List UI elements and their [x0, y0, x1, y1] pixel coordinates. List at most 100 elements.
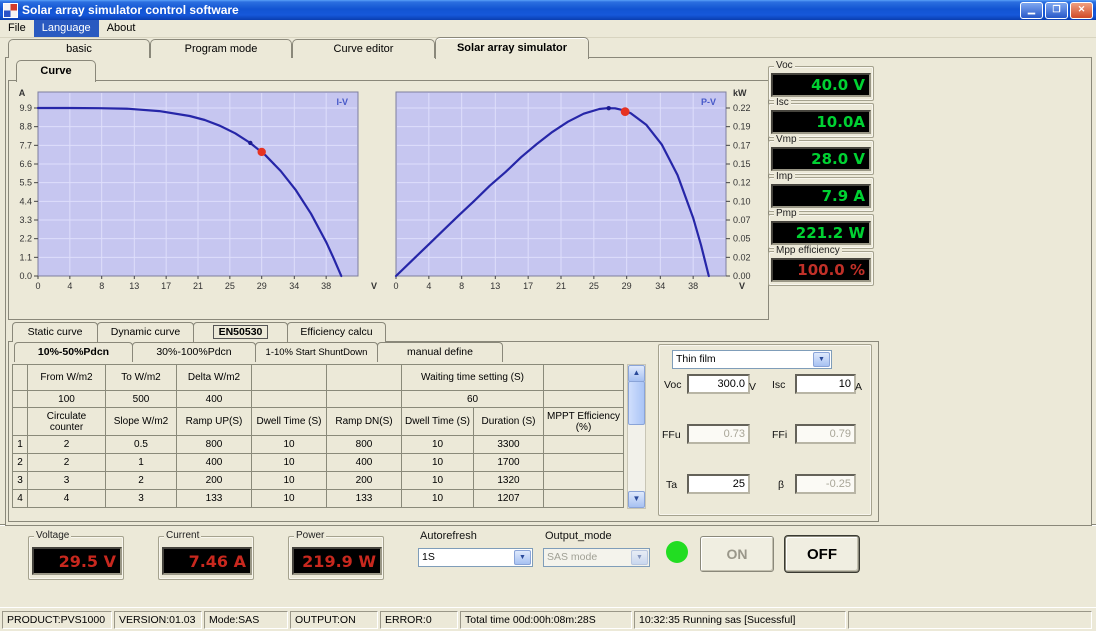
- application-window: Solar array simulator control software ▁…: [0, 0, 1096, 631]
- table-cell: Slope W/m2: [106, 408, 177, 436]
- menu-file[interactable]: File: [0, 20, 34, 37]
- table-cell[interactable]: 1320: [474, 472, 544, 490]
- scrollbar-thumb[interactable]: [628, 381, 645, 425]
- autorefresh-dropdown[interactable]: 1S ▼: [418, 548, 533, 567]
- svg-text:4: 4: [67, 281, 72, 291]
- voc-readout-label: Voc: [774, 60, 795, 71]
- table-cell: Ramp UP(S): [177, 408, 252, 436]
- table-cell[interactable]: 133: [327, 490, 402, 508]
- table-cell[interactable]: 10: [252, 490, 327, 508]
- pmp-readout-label: Pmp: [774, 208, 799, 219]
- table-cell: 60: [402, 391, 544, 408]
- pmp-readout-group: Pmp 221.2 W: [768, 214, 874, 249]
- tab-static-curve[interactable]: Static curve: [12, 322, 98, 342]
- table-cell[interactable]: 200: [327, 472, 402, 490]
- close-button[interactable]: ✕: [1070, 2, 1093, 19]
- voc-param-input[interactable]: 300.0: [687, 374, 750, 394]
- power-meter-value: 219.9 W: [302, 552, 376, 571]
- menu-language[interactable]: Language: [34, 20, 99, 37]
- iv-chart: 9.98.87.76.65.54.43.32.21.10.00481317212…: [12, 82, 384, 299]
- svg-text:0: 0: [35, 281, 40, 291]
- autorefresh-value: 1S: [422, 551, 514, 563]
- table-cell[interactable]: 1207: [474, 490, 544, 508]
- menu-about[interactable]: About: [99, 20, 144, 37]
- table-scrollbar[interactable]: ▲ ▼: [627, 364, 646, 509]
- table-cell[interactable]: 10: [252, 436, 327, 454]
- tab-en50530[interactable]: EN50530: [193, 322, 288, 342]
- table-cell[interactable]: [544, 472, 624, 490]
- table-cell[interactable]: 2: [28, 454, 106, 472]
- table-cell[interactable]: 0.5: [106, 436, 177, 454]
- on-button[interactable]: ON: [700, 536, 774, 572]
- svg-text:0.15: 0.15: [733, 159, 751, 169]
- table-cell[interactable]: 800: [327, 436, 402, 454]
- chevron-down-icon[interactable]: ▼: [514, 550, 531, 565]
- table-cell[interactable]: 400: [327, 454, 402, 472]
- table-cell[interactable]: 133: [177, 490, 252, 508]
- subtab-manual-define[interactable]: manual define: [377, 342, 503, 362]
- table-cell[interactable]: 3300: [474, 436, 544, 454]
- tab-dynamic-curve[interactable]: Dynamic curve: [97, 322, 194, 342]
- table-cell[interactable]: 3: [106, 490, 177, 508]
- svg-text:4.4: 4.4: [19, 196, 32, 206]
- table-cell[interactable]: 10: [402, 472, 474, 490]
- table-cell[interactable]: 1: [106, 454, 177, 472]
- svg-text:34: 34: [289, 281, 299, 291]
- svg-text:0.05: 0.05: [733, 234, 751, 244]
- tab-basic[interactable]: basic: [8, 39, 150, 58]
- svg-text:2.2: 2.2: [19, 234, 32, 244]
- row-header-cell: 2: [13, 454, 28, 472]
- minimize-button[interactable]: ▁: [1020, 2, 1043, 19]
- ta-param-input[interactable]: 25: [687, 474, 750, 494]
- table-cell[interactable]: 3: [28, 472, 106, 490]
- svg-text:13: 13: [490, 281, 500, 291]
- tab-curve[interactable]: Curve: [16, 60, 96, 82]
- off-button[interactable]: OFF: [785, 536, 859, 572]
- scroll-down-icon[interactable]: ▼: [628, 491, 645, 508]
- table-cell[interactable]: 4: [28, 490, 106, 508]
- isc-param-input[interactable]: 10: [795, 374, 856, 394]
- svg-text:0.12: 0.12: [733, 178, 751, 188]
- table-cell[interactable]: 2: [28, 436, 106, 454]
- module-type-dropdown[interactable]: Thin film ▼: [672, 350, 832, 369]
- tab-curve-editor[interactable]: Curve editor: [292, 39, 435, 58]
- tab-solar-array-simulator[interactable]: Solar array simulator: [435, 37, 589, 59]
- svg-text:1.1: 1.1: [19, 252, 32, 262]
- subtab-10-50-pdcn[interactable]: 10%-50%Pdcn: [14, 342, 133, 362]
- tab-program-mode[interactable]: Program mode: [150, 39, 292, 58]
- table-cell[interactable]: 10: [402, 490, 474, 508]
- table-cell: To W/m2: [106, 365, 177, 391]
- table-cell[interactable]: 400: [177, 454, 252, 472]
- subtab-1-10-start-shuntdown[interactable]: 1-10% Start ShuntDown: [255, 342, 378, 362]
- table-cell[interactable]: 10: [402, 454, 474, 472]
- svg-text:5.5: 5.5: [19, 178, 32, 188]
- tab-efficiency-calcu[interactable]: Efficiency calcu: [287, 322, 386, 342]
- table-cell[interactable]: 1700: [474, 454, 544, 472]
- table-cell: [252, 365, 327, 391]
- table-cell[interactable]: 200: [177, 472, 252, 490]
- status-running-message: 10:32:35 Running sas [Sucessful]: [634, 611, 846, 629]
- table-cell[interactable]: 10: [252, 454, 327, 472]
- status-error: ERROR:0: [380, 611, 458, 629]
- chevron-down-icon[interactable]: ▼: [813, 352, 830, 367]
- maximize-button[interactable]: ❐: [1045, 2, 1068, 19]
- row-header-cell: 1: [13, 436, 28, 454]
- subtab-30-100-pdcn[interactable]: 30%-100%Pdcn: [132, 342, 256, 362]
- table-cell[interactable]: [544, 454, 624, 472]
- isc-value: 10.0A: [816, 113, 865, 131]
- table-cell[interactable]: 2: [106, 472, 177, 490]
- svg-text:3.3: 3.3: [19, 215, 32, 225]
- svg-text:25: 25: [225, 281, 235, 291]
- table-cell: [544, 391, 624, 408]
- table-cell[interactable]: [544, 436, 624, 454]
- table-cell: 100: [28, 391, 106, 408]
- table-cell[interactable]: 10: [252, 472, 327, 490]
- voc-param-unit: V: [749, 381, 756, 393]
- scroll-up-icon[interactable]: ▲: [628, 365, 645, 382]
- table-cell: Dwell Time (S): [402, 408, 474, 436]
- table-cell[interactable]: 800: [177, 436, 252, 454]
- voc-param-label: Voc: [664, 379, 682, 391]
- table-cell[interactable]: [544, 490, 624, 508]
- output-mode-value: SAS mode: [547, 551, 631, 563]
- table-cell[interactable]: 10: [402, 436, 474, 454]
